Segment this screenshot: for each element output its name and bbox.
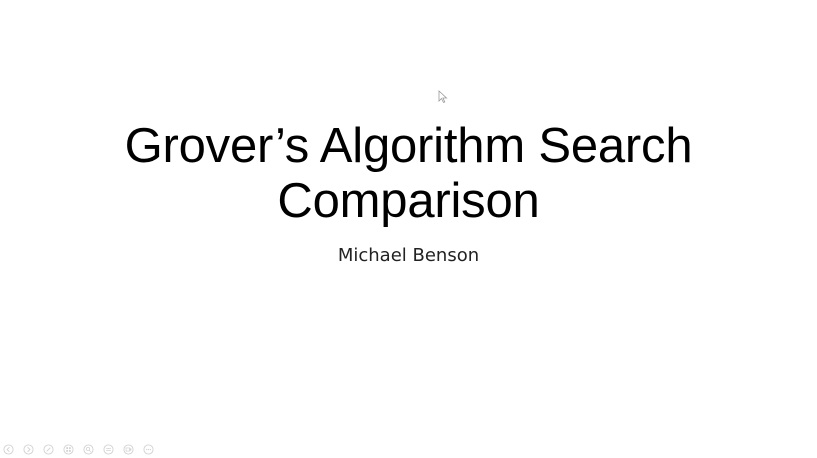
pen-icon: [43, 443, 54, 455]
subtitles-button[interactable]: [102, 443, 115, 456]
zoom-icon: [83, 443, 94, 455]
camera-icon: [123, 443, 134, 455]
zoom-button[interactable]: [82, 443, 95, 456]
slide-title-line-1: Grover’s Algorithm Search: [124, 119, 693, 173]
next-slide-button[interactable]: [22, 443, 35, 456]
previous-icon: [3, 443, 14, 455]
camera-button[interactable]: [122, 443, 135, 456]
subtitles-icon: [103, 443, 114, 455]
presentation-slide: Grover’s Algorithm Search Comparison Mic…: [0, 0, 817, 458]
presenter-toolbar: [2, 442, 155, 456]
previous-slide-button[interactable]: [2, 443, 15, 456]
see-all-slides-button[interactable]: [62, 443, 75, 456]
more-options-icon: [143, 443, 154, 455]
slides-grid-icon: [63, 443, 74, 455]
pen-tool-button[interactable]: [42, 443, 55, 456]
slide-title: Grover’s Algorithm Search Comparison: [0, 119, 817, 229]
next-icon: [23, 443, 34, 455]
more-options-button[interactable]: [142, 443, 155, 456]
slide-title-line-2: Comparison: [277, 174, 540, 228]
slide-subtitle: Michael Benson: [337, 245, 480, 266]
mouse-pointer-icon: [438, 90, 448, 104]
